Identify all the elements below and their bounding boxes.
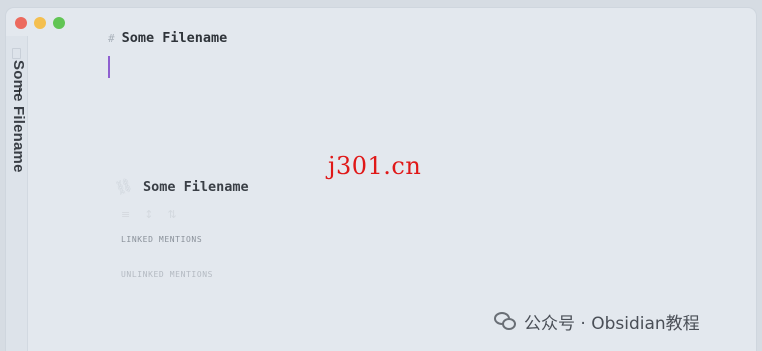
collapse-icon[interactable]: ≡ xyxy=(121,208,130,221)
editor-pane[interactable]: # Some Filename xyxy=(108,30,227,78)
linked-mentions-header[interactable]: LINKED MENTIONS xyxy=(121,235,249,244)
backlinks-title: Some Filename xyxy=(143,179,249,195)
pane-vertical-title[interactable]: Some Filename xyxy=(10,60,27,173)
backlinks-toolbar: ≡ ↕ ⇅ xyxy=(121,208,249,221)
close-icon[interactable] xyxy=(15,17,27,29)
footer-watermark: 公众号 · Obsidian教程 xyxy=(494,309,700,334)
maximize-icon[interactable] xyxy=(53,17,65,29)
filter-icon[interactable]: ⇅ xyxy=(167,208,176,221)
watermark-text: j301.cn xyxy=(328,152,422,180)
backlinks-header: ⛓ Some Filename xyxy=(112,176,249,198)
document-icon xyxy=(12,48,21,59)
collapsed-pane-tab[interactable]: Some Filename xyxy=(6,36,28,351)
window-controls xyxy=(15,17,65,29)
heading-marker: # xyxy=(108,32,115,45)
text-caret xyxy=(108,56,110,78)
link-icon: ⛓ xyxy=(112,176,135,198)
wechat-icon xyxy=(494,311,518,332)
footer-watermark-text: 公众号 · Obsidian教程 xyxy=(524,314,700,334)
mouse-cursor-icon: I xyxy=(18,87,21,98)
unlinked-mentions-header[interactable]: UNLINKED MENTIONS xyxy=(121,270,249,279)
minimize-icon[interactable] xyxy=(34,17,46,29)
heading-text[interactable]: Some Filename xyxy=(122,30,228,46)
sort-icon[interactable]: ↕ xyxy=(144,208,153,221)
note-heading[interactable]: # Some Filename xyxy=(108,30,227,46)
backlinks-pane: ⛓ Some Filename ≡ ↕ ⇅ LINKED MENTIONS UN… xyxy=(112,176,249,279)
